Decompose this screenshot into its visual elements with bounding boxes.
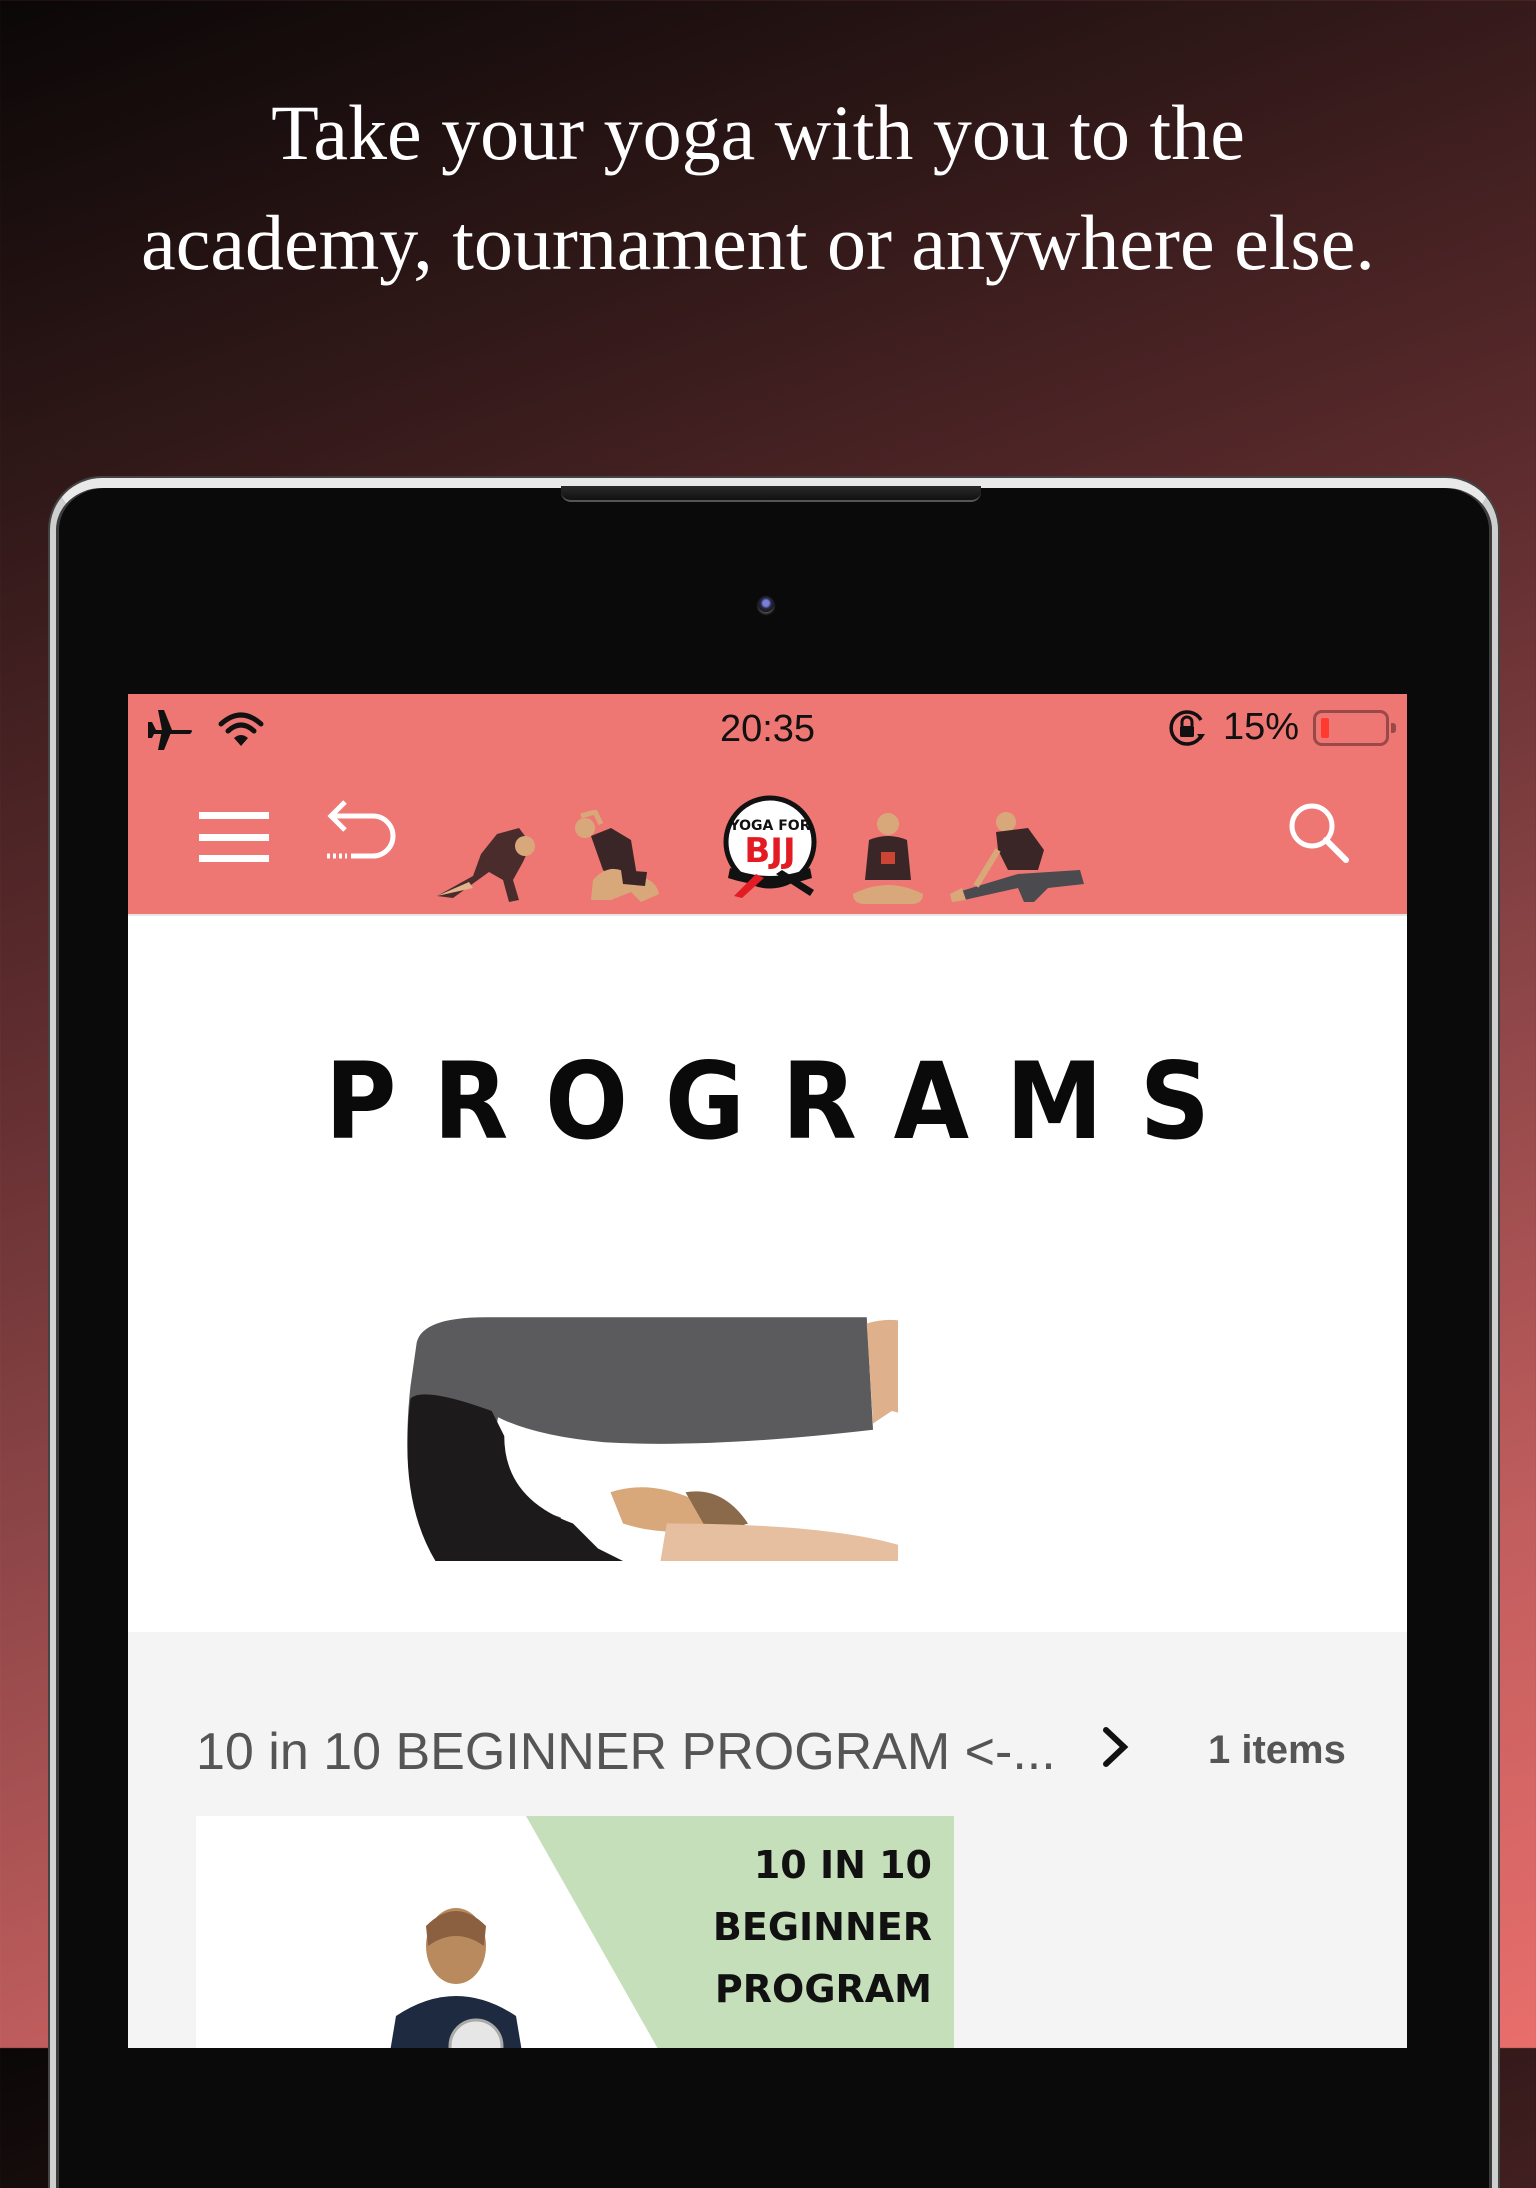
battery-icon [1313,709,1396,746]
headline-line-2: academy, tournament or anywhere else. [141,199,1375,286]
thumbnail-person-photo [390,1908,522,2048]
app-navbar: YOGA FOR BJJ [128,760,1407,916]
pose-image-1[interactable] [433,810,543,906]
battery-level-fill [1321,717,1329,738]
plow-pose-photo [407,1317,898,1561]
programs-banner: PROGRAMS [128,916,1407,1632]
rotation-lock-icon [1169,709,1205,746]
program-title[interactable]: 10 in 10 BEGINNER PROGRAM <-... [196,1722,1056,1782]
thumbnail-text: 10 IN 10 BEGINNER PROGRAM [713,1834,932,2020]
yoga-for-bjj-logo[interactable]: YOGA FOR BJJ [716,792,824,900]
status-bar: 20:35 15% [128,694,1407,760]
headline-line-1: Take your yoga with you to the [271,89,1245,176]
thumbnail-line-1: 10 IN 10 [753,1843,932,1887]
thumbnail-line-3: PROGRAM [714,1967,932,2011]
battery-percent: 15% [1222,706,1299,748]
pose-image-2[interactable] [571,810,671,906]
pose-image-4[interactable] [948,810,1088,906]
thumbnail-line-2: BEGINNER [712,1905,932,1949]
tablet-notch [561,486,981,502]
program-card-thumbnail[interactable]: 10 IN 10 BEGINNER PROGRAM [196,1816,954,2048]
logo-main-text: BJJ [744,831,795,871]
app-screen: 20:35 15% YOGA FOR BJJ PROGRAMS 10 in 10… [128,694,1407,2048]
pose-image-3[interactable] [851,810,925,906]
hamburger-icon[interactable] [199,812,269,862]
programs-title: PROGRAMS [325,1040,1247,1163]
marketing-headline: Take your yoga with you to the academy, … [0,78,1526,298]
chevron-right-icon[interactable] [1100,1724,1130,1770]
undo-back-icon[interactable] [323,796,399,866]
front-camera [758,596,774,612]
program-row-10in10: 10 in 10 BEGINNER PROGRAM <-... 1 items … [128,1632,1407,2048]
program-item-count: 1 items [1208,1728,1346,1772]
search-icon[interactable] [1286,800,1352,866]
